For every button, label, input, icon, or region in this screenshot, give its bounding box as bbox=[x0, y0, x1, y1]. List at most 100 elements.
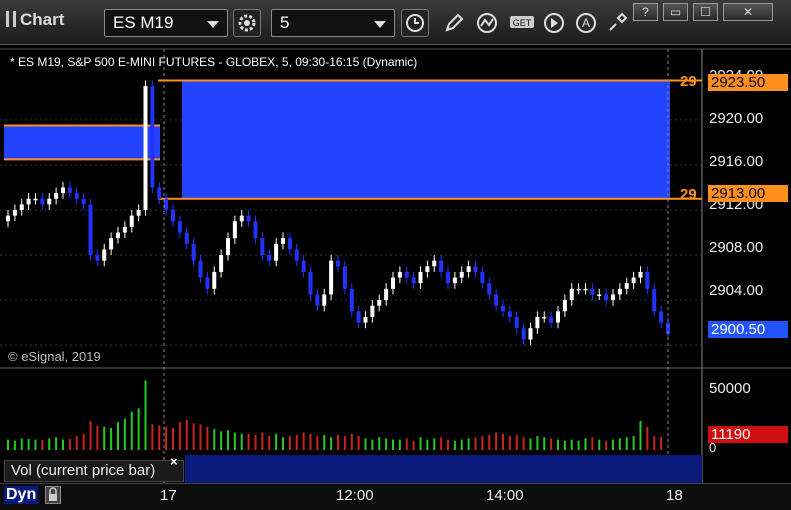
candle-body bbox=[549, 316, 554, 323]
volume-bar bbox=[639, 420, 642, 450]
symbol-combo[interactable]: ES M19 bbox=[104, 9, 228, 37]
candle-body bbox=[556, 311, 560, 323]
volume-bar bbox=[543, 437, 546, 450]
supply-zone bbox=[182, 80, 670, 199]
candle-body bbox=[322, 294, 327, 306]
dynamic-button[interactable]: Dyn bbox=[4, 486, 39, 504]
candle-body bbox=[411, 277, 416, 284]
link-icon bbox=[609, 12, 628, 31]
volume-bar bbox=[165, 426, 168, 450]
volume-bar bbox=[426, 439, 429, 450]
volume-bar bbox=[233, 432, 236, 450]
volume-bar bbox=[254, 434, 257, 450]
clock-icon bbox=[406, 14, 424, 32]
candle-body bbox=[184, 232, 189, 244]
candle-body bbox=[143, 86, 148, 210]
candle-body bbox=[617, 288, 622, 295]
volume-bar bbox=[577, 440, 580, 450]
zone-price-upper: 2923.50 bbox=[708, 74, 788, 91]
candle-body bbox=[542, 316, 547, 319]
candle-body bbox=[274, 243, 279, 261]
studies-button[interactable] bbox=[473, 9, 501, 37]
candle-body bbox=[562, 300, 567, 312]
candle-body bbox=[459, 271, 464, 278]
alert-icon: A bbox=[576, 13, 596, 33]
candle-body bbox=[177, 221, 182, 233]
volume-bar bbox=[364, 438, 367, 450]
volume-bar bbox=[288, 436, 291, 450]
maximize-button[interactable]: ☐ bbox=[693, 3, 718, 21]
volume-bar bbox=[536, 436, 539, 450]
volume-bar bbox=[89, 420, 92, 450]
candle-body bbox=[212, 271, 217, 289]
volume-bar bbox=[220, 431, 223, 450]
candle-body bbox=[583, 288, 588, 291]
lock-button[interactable] bbox=[45, 486, 61, 504]
close-button[interactable]: ✕ bbox=[723, 3, 773, 21]
candle-body bbox=[54, 193, 59, 199]
candle-body bbox=[342, 266, 347, 289]
volume-bar bbox=[653, 436, 656, 450]
alert-button[interactable]: A bbox=[572, 9, 600, 37]
candle-body bbox=[315, 294, 320, 306]
volume-study-label[interactable]: Vol (current price bar) bbox=[4, 460, 184, 482]
volume-bar bbox=[584, 438, 587, 450]
volume-bar bbox=[385, 438, 388, 450]
candle-body bbox=[397, 271, 402, 278]
volume-bar bbox=[467, 438, 470, 450]
volume-bar bbox=[75, 436, 78, 450]
study-icon bbox=[477, 13, 497, 33]
candle-body bbox=[611, 294, 615, 301]
candle-body bbox=[597, 294, 602, 296]
candle-body bbox=[260, 238, 265, 256]
volume-bar bbox=[660, 437, 663, 450]
candle-body bbox=[521, 328, 526, 340]
minimize-button[interactable]: ▭ bbox=[663, 3, 688, 21]
volume-bar bbox=[371, 439, 374, 450]
candle-body bbox=[576, 288, 581, 291]
help-button[interactable]: ? bbox=[633, 3, 658, 21]
candle-body bbox=[239, 215, 244, 222]
volume-bar bbox=[48, 438, 51, 450]
volume-bar bbox=[646, 426, 649, 450]
close-study-icon[interactable]: × bbox=[170, 454, 178, 469]
candle-body bbox=[418, 271, 423, 284]
candle-body bbox=[205, 277, 210, 289]
candle-body bbox=[336, 260, 340, 267]
volume-bar bbox=[515, 434, 518, 450]
candle-body bbox=[12, 210, 17, 216]
play-button[interactable] bbox=[540, 9, 568, 37]
get-button[interactable]: GET bbox=[506, 9, 534, 37]
volume-bar bbox=[598, 439, 601, 450]
volume-bar bbox=[632, 436, 635, 450]
zone-tag-lower: 29 bbox=[680, 186, 697, 203]
chart-subtitle: * ES M19, S&P 500 E-MINI FUTURES - GLOBE… bbox=[10, 55, 418, 69]
volume-bar bbox=[343, 436, 346, 450]
link-button[interactable] bbox=[603, 9, 631, 37]
volume-bar bbox=[103, 426, 106, 450]
time-tick: 18 bbox=[666, 487, 683, 504]
candle-body bbox=[466, 266, 471, 272]
candle-body bbox=[528, 328, 533, 340]
volume-bar bbox=[453, 440, 456, 450]
candle-body bbox=[356, 311, 361, 323]
draw-button[interactable] bbox=[440, 9, 468, 37]
volume-bar bbox=[55, 437, 58, 450]
candle-body bbox=[88, 204, 93, 256]
candle-body bbox=[666, 322, 670, 334]
candle-body bbox=[624, 283, 629, 289]
time-button[interactable] bbox=[401, 9, 429, 37]
candle-body bbox=[281, 238, 285, 244]
volume-bar bbox=[158, 425, 161, 450]
candle-body bbox=[102, 249, 107, 261]
candle-body bbox=[473, 266, 478, 272]
settings-button[interactable] bbox=[233, 9, 261, 37]
candle-body bbox=[604, 294, 609, 301]
candle-body bbox=[164, 198, 169, 210]
price-tick: 2904.00 bbox=[709, 282, 764, 299]
candle-body bbox=[219, 255, 224, 272]
pause-icon[interactable] bbox=[6, 11, 16, 27]
candle-body bbox=[363, 316, 368, 323]
interval-combo[interactable]: 5 bbox=[271, 9, 395, 37]
volume-bar bbox=[625, 437, 628, 450]
